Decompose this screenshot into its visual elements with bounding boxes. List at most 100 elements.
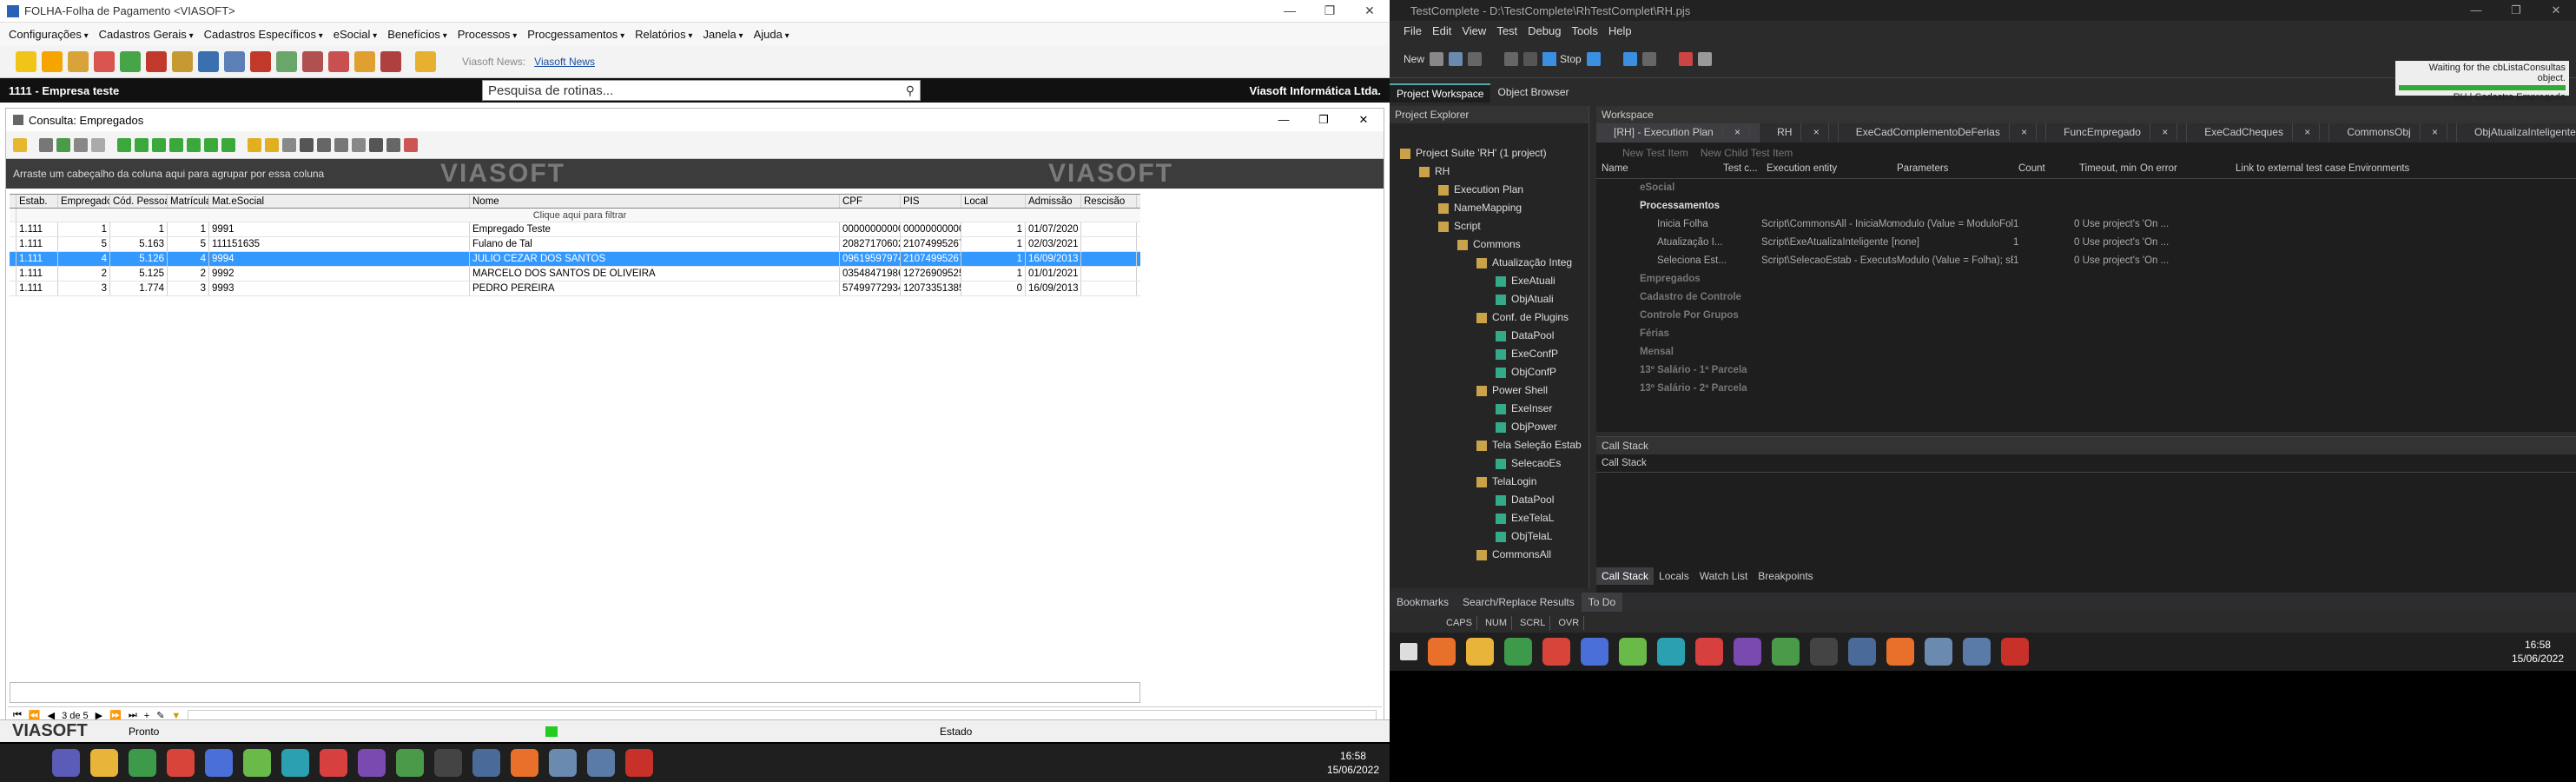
- cell-empregado[interactable]: 1: [58, 222, 110, 236]
- clipboard-icon[interactable]: [415, 50, 436, 72]
- new-child-test-item-button[interactable]: New Child Test Item: [1701, 147, 1793, 159]
- workspace-tab[interactable]: RH ×: [1760, 123, 1839, 142]
- col-rescisao[interactable]: Rescisão: [1081, 195, 1137, 208]
- row-indicator[interactable]: [10, 237, 17, 251]
- wps-icon[interactable]: [625, 749, 653, 777]
- firefox-icon[interactable]: [511, 749, 538, 777]
- chrome-icon[interactable]: [1504, 638, 1532, 666]
- cell-admissao[interactable]: 16/09/2013: [1026, 252, 1081, 266]
- pen-icon[interactable]: [1581, 638, 1608, 666]
- next-page-icon[interactable]: [187, 137, 201, 152]
- filter-icon[interactable]: [248, 137, 261, 152]
- row-indicator[interactable]: [10, 252, 17, 266]
- col-pis[interactable]: PIS: [901, 195, 961, 208]
- tab-breakpoints[interactable]: Breakpoints: [1753, 567, 1818, 585]
- home-icon[interactable]: [120, 50, 141, 72]
- cell-pis[interactable]: 00000000000: [901, 222, 961, 236]
- red-app-icon[interactable]: [320, 749, 347, 777]
- row-indicator[interactable]: [10, 222, 17, 236]
- news-link[interactable]: Viasoft News: [534, 56, 595, 68]
- tree-node[interactable]: ObjAtuali: [1390, 290, 1589, 308]
- ws-col-header[interactable]: On error: [2135, 163, 2230, 178]
- workspace-tab[interactable]: ObjAtualizaInteligente ×: [2457, 123, 2576, 142]
- cell-local[interactable]: 0: [961, 282, 1026, 295]
- calculator-icon[interactable]: [198, 50, 219, 72]
- cell-mat-esocial[interactable]: 9991: [209, 222, 470, 236]
- close-tab-icon[interactable]: ×: [2009, 123, 2038, 141]
- print-icon[interactable]: [300, 137, 314, 152]
- close-tab-icon[interactable]: ×: [1801, 123, 1829, 141]
- tablet-icon[interactable]: [1963, 638, 1991, 666]
- horizontal-scrollbar[interactable]: [10, 682, 1140, 703]
- cell-mat-esocial[interactable]: 9994: [209, 252, 470, 266]
- cell-admissao[interactable]: 01/01/2021: [1026, 267, 1081, 281]
- new-icon[interactable]: [13, 137, 27, 152]
- file-explorer-icon[interactable]: [90, 749, 118, 777]
- play-icon[interactable]: [1523, 51, 1538, 66]
- pause-icon[interactable]: [1622, 51, 1637, 66]
- execution-plan-row[interactable]: Atualização I... Script\ExeAtualizaInteli…: [1596, 234, 2576, 252]
- execution-plan-row[interactable]: Férias: [1596, 325, 2576, 343]
- tc-menu-edit[interactable]: Edit: [1432, 24, 1451, 37]
- filter-clear-icon[interactable]: [282, 137, 296, 152]
- cell-estab[interactable]: 1.111: [17, 237, 58, 251]
- user-group-icon[interactable]: [250, 50, 271, 72]
- new-button[interactable]: New: [1404, 53, 1424, 65]
- execution-plan-row[interactable]: Seleciona Est... Script\SelecaoEstab - Ex…: [1596, 252, 2576, 270]
- monitor-icon[interactable]: [1925, 638, 1952, 666]
- tree-node[interactable]: Tela Seleção Estab: [1390, 436, 1589, 454]
- workspace-tab[interactable]: ExeCadCheques ×: [2187, 123, 2330, 142]
- gear-icon[interactable]: [146, 50, 167, 72]
- menu-esocial[interactable]: eSocial: [334, 28, 377, 41]
- tab-todo[interactable]: To Do: [1581, 593, 1623, 612]
- menu-processos[interactable]: Processos: [458, 28, 518, 41]
- active-app-icon[interactable]: [1848, 638, 1876, 666]
- pen-icon[interactable]: [205, 749, 233, 777]
- delete-icon[interactable]: [91, 137, 105, 152]
- close-button[interactable]: ✕: [1350, 3, 1390, 18]
- export-icon[interactable]: [317, 137, 331, 152]
- tree-node[interactable]: RH: [1390, 162, 1589, 181]
- firefox-icon[interactable]: [1886, 638, 1914, 666]
- col-estab[interactable]: Estab.: [17, 195, 58, 208]
- settings-icon[interactable]: [328, 50, 349, 72]
- table-row[interactable]: 1.111 5 5.163 5 111151635 Fulano de Tal 208271…: [10, 237, 1140, 252]
- save-icon[interactable]: [1449, 51, 1463, 66]
- record-icon[interactable]: [1468, 51, 1483, 66]
- copy-icon[interactable]: [74, 137, 88, 152]
- cell-admissao[interactable]: 01/07/2020: [1026, 222, 1081, 236]
- ws-col-header[interactable]: Name: [1596, 163, 1718, 178]
- github-icon[interactable]: [1734, 638, 1761, 666]
- tab-locals[interactable]: Locals: [1654, 567, 1694, 585]
- wps-icon[interactable]: [2001, 638, 2029, 666]
- document-icon[interactable]: [16, 50, 36, 72]
- tab-project-workspace[interactable]: Project Workspace: [1390, 83, 1491, 103]
- execution-plan-row[interactable]: Processamentos: [1596, 197, 2576, 215]
- tree-node[interactable]: Project Suite 'RH' (1 project): [1390, 144, 1589, 162]
- tc-maximize-button[interactable]: ❐: [2496, 3, 2536, 17]
- cell-matricula[interactable]: 4: [168, 252, 209, 266]
- workspace-tab[interactable]: FuncEmpregado ×: [2046, 123, 2188, 142]
- row-indicator[interactable]: [10, 282, 17, 295]
- cell-local[interactable]: 1: [961, 267, 1026, 281]
- execution-plan-row[interactable]: 13º Salário - 2ª Parcela: [1596, 380, 2576, 398]
- cell-matricula[interactable]: 3: [168, 282, 209, 295]
- cell-nome[interactable]: PEDRO PEREIRA: [470, 282, 840, 295]
- filter-row[interactable]: Clique aqui para filtrar: [10, 209, 1140, 222]
- child-maximize-button[interactable]: ❐: [1304, 113, 1344, 127]
- menu-procgessamentos[interactable]: Procgessamentos: [527, 28, 624, 41]
- execution-plan-row[interactable]: Empregados: [1596, 270, 2576, 288]
- tree-node[interactable]: ExeAtuali: [1390, 272, 1589, 290]
- tree-node[interactable]: DataPool: [1390, 491, 1589, 509]
- refresh-icon[interactable]: [221, 137, 235, 152]
- execution-plan-row[interactable]: Mensal: [1596, 343, 2576, 361]
- routine-search-input[interactable]: Pesquisa de rotinas... ⚲: [482, 80, 921, 101]
- tree-node[interactable]: Script: [1390, 217, 1589, 235]
- ws-col-header[interactable]: Parameters: [1892, 163, 2013, 178]
- cell-estab[interactable]: 1.111: [17, 252, 58, 266]
- open-icon[interactable]: [1430, 51, 1444, 66]
- tree-node[interactable]: ExeInser: [1390, 400, 1589, 418]
- cell-pis[interactable]: 12073351385: [901, 282, 961, 295]
- cell-local[interactable]: 1: [961, 252, 1026, 266]
- col-nome[interactable]: Nome: [470, 195, 840, 208]
